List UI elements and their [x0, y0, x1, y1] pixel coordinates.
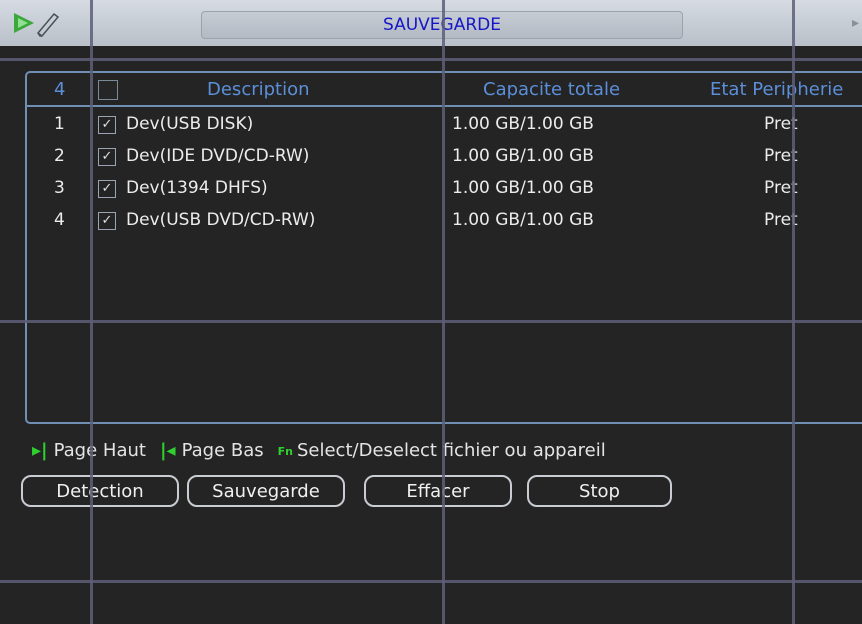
row-status: Pret	[764, 114, 798, 134]
table-row[interactable]: 1 ✓ Dev(USB DISK) 1.00 GB/1.00 GB Pret	[0, 108, 862, 140]
row-status: Pret	[764, 178, 798, 198]
header-count: 4	[54, 79, 66, 100]
row-status: Pret	[764, 210, 798, 230]
row-capacity: 1.00 GB/1.00 GB	[452, 178, 594, 198]
row-index: 4	[54, 210, 65, 230]
row-status: Pret	[764, 146, 798, 166]
table-header: 4 Description Capacite totale Etat Perip…	[27, 73, 862, 107]
page-down-icon: |◂	[159, 440, 176, 461]
row-capacity: 1.00 GB/1.00 GB	[452, 114, 594, 134]
hint-bar: ▸| Page Haut |◂ Page Bas Fn Select/Deselect f…	[32, 437, 606, 465]
header-description[interactable]: Description	[207, 78, 310, 102]
row-index: 3	[54, 178, 65, 198]
window-title: SAUVEGARDE	[201, 11, 683, 39]
backup-button[interactable]: Sauvegarde	[187, 475, 345, 507]
fn-key-icon: Fn	[277, 445, 293, 458]
header-status[interactable]: Etat Peripherie	[710, 78, 843, 102]
page-up-hint: Page Haut	[53, 440, 146, 461]
row-checkbox[interactable]: ✓	[98, 212, 116, 230]
title-bar: SAUVEGARDE ▸	[0, 0, 862, 46]
row-description: Dev(IDE DVD/CD-RW)	[126, 146, 310, 166]
row-capacity: 1.00 GB/1.00 GB	[452, 146, 594, 166]
row-checkbox[interactable]: ✓	[98, 148, 116, 166]
select-all-checkbox[interactable]	[98, 80, 118, 100]
row-checkbox[interactable]: ✓	[98, 116, 116, 134]
backup-pencil-icon	[14, 12, 60, 37]
table-row[interactable]: 4 ✓ Dev(USB DVD/CD-RW) 1.00 GB/1.00 GB P…	[0, 204, 862, 236]
stop-button[interactable]: Stop	[527, 475, 672, 507]
grid-line	[0, 580, 862, 583]
erase-button[interactable]: Effacer	[364, 475, 512, 507]
row-capacity: 1.00 GB/1.00 GB	[452, 210, 594, 230]
row-index: 1	[54, 114, 65, 134]
fn-hint: Select/Deselect fichier ou appareil	[296, 440, 606, 461]
row-description: Dev(USB DVD/CD-RW)	[126, 210, 316, 230]
row-index: 2	[54, 146, 65, 166]
row-description: Dev(USB DISK)	[126, 114, 254, 134]
row-checkbox[interactable]: ✓	[98, 180, 116, 198]
table-row[interactable]: 2 ✓ Dev(IDE DVD/CD-RW) 1.00 GB/1.00 GB P…	[0, 140, 862, 172]
header-capacity[interactable]: Capacite totale	[483, 78, 620, 102]
row-description: Dev(1394 DHFS)	[126, 178, 268, 198]
page-down-hint: Page Bas	[181, 440, 264, 461]
scroll-right-icon: ▸	[852, 15, 860, 31]
page-up-icon: ▸|	[32, 440, 48, 461]
detection-button[interactable]: Detection	[21, 475, 179, 507]
table-row[interactable]: 3 ✓ Dev(1394 DHFS) 1.00 GB/1.00 GB Pret	[0, 172, 862, 204]
grid-line	[0, 58, 862, 61]
